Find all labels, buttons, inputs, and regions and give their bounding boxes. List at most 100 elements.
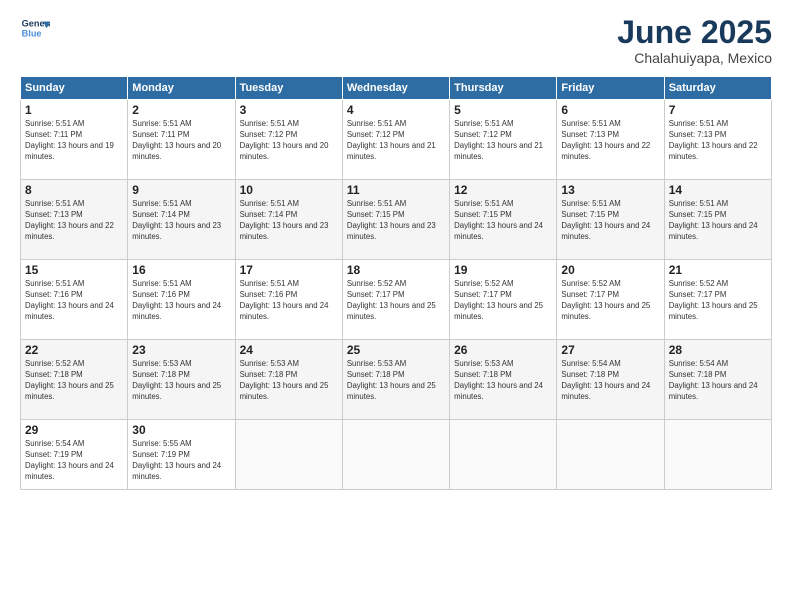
day-number: 3 <box>240 103 338 117</box>
day-info: Sunrise: 5:52 AMSunset: 7:17 PMDaylight:… <box>454 279 552 323</box>
day-number: 1 <box>25 103 123 117</box>
calendar-day-13: 13 Sunrise: 5:51 AMSunset: 7:15 PMDayligh… <box>557 180 664 260</box>
calendar-day-3: 3 Sunrise: 5:51 AMSunset: 7:12 PMDaylight… <box>235 100 342 180</box>
weekday-header-monday: Monday <box>128 77 235 100</box>
calendar-day-4: 4 Sunrise: 5:51 AMSunset: 7:12 PMDaylight… <box>342 100 449 180</box>
empty-day <box>342 420 449 490</box>
calendar-day-24: 24Sunrise: 5:53 AMSunset: 7:18 PMDayligh… <box>235 340 342 420</box>
day-number: 4 <box>347 103 445 117</box>
month-title: June 2025 <box>617 15 772 50</box>
calendar-week-4: 22Sunrise: 5:52 AMSunset: 7:18 PMDayligh… <box>21 340 772 420</box>
day-info: Sunrise: 5:51 AMSunset: 7:12 PMDaylight:… <box>347 119 445 163</box>
day-info: Sunrise: 5:51 AMSunset: 7:11 PMDaylight:… <box>132 119 230 163</box>
calendar-day-8: 8 Sunrise: 5:51 AMSunset: 7:13 PMDaylight… <box>21 180 128 260</box>
day-number: 26 <box>454 343 552 357</box>
day-info: Sunrise: 5:51 AMSunset: 7:16 PMDaylight:… <box>132 279 230 323</box>
calendar-day-25: 25 Sunrise: 5:53 AMSunset: 7:18 PMDayligh… <box>342 340 449 420</box>
calendar-day-22: 22Sunrise: 5:52 AMSunset: 7:18 PMDayligh… <box>21 340 128 420</box>
calendar-day-27: 27 Sunrise: 5:54 AMSunset: 7:18 PMDayligh… <box>557 340 664 420</box>
calendar-week-3: 15 Sunrise: 5:51 AMSunset: 7:16 PMDayligh… <box>21 260 772 340</box>
calendar-day-19: 19 Sunrise: 5:52 AMSunset: 7:17 PMDayligh… <box>450 260 557 340</box>
day-info: Sunrise: 5:51 AMSunset: 7:16 PMDaylight:… <box>25 279 123 323</box>
calendar-day-16: 16 Sunrise: 5:51 AMSunset: 7:16 PMDayligh… <box>128 260 235 340</box>
day-info: Sunrise: 5:54 AMSunset: 7:18 PMDaylight:… <box>561 359 659 403</box>
day-number: 27 <box>561 343 659 357</box>
day-number: 16 <box>132 263 230 277</box>
calendar-day-1: 1 Sunrise: 5:51 AMSunset: 7:11 PMDaylight… <box>21 100 128 180</box>
day-info: Sunrise: 5:51 AMSunset: 7:12 PMDaylight:… <box>240 119 338 163</box>
weekday-header-thursday: Thursday <box>450 77 557 100</box>
day-number: 7 <box>669 103 767 117</box>
weekday-header-tuesday: Tuesday <box>235 77 342 100</box>
calendar-day-6: 6 Sunrise: 5:51 AMSunset: 7:13 PMDaylight… <box>557 100 664 180</box>
day-number: 17 <box>240 263 338 277</box>
day-info: Sunrise: 5:52 AMSunset: 7:17 PMDaylight:… <box>669 279 767 323</box>
day-number: 21 <box>669 263 767 277</box>
calendar-table: SundayMondayTuesdayWednesdayThursdayFrid… <box>20 76 772 490</box>
day-number: 23 <box>132 343 230 357</box>
day-info: Sunrise: 5:51 AMSunset: 7:12 PMDaylight:… <box>454 119 552 163</box>
calendar-day-18: 18 Sunrise: 5:52 AMSunset: 7:17 PMDayligh… <box>342 260 449 340</box>
calendar-day-21: 21 Sunrise: 5:52 AMSunset: 7:17 PMDayligh… <box>664 260 771 340</box>
logo-icon: General Blue <box>20 15 50 45</box>
empty-day <box>664 420 771 490</box>
empty-day <box>235 420 342 490</box>
day-number: 2 <box>132 103 230 117</box>
calendar-week-2: 8 Sunrise: 5:51 AMSunset: 7:13 PMDaylight… <box>21 180 772 260</box>
day-info: Sunrise: 5:51 AMSunset: 7:15 PMDaylight:… <box>347 199 445 243</box>
day-number: 12 <box>454 183 552 197</box>
day-info: Sunrise: 5:51 AMSunset: 7:13 PMDaylight:… <box>669 119 767 163</box>
calendar-day-17: 17 Sunrise: 5:51 AMSunset: 7:16 PMDayligh… <box>235 260 342 340</box>
calendar-day-29: 29Sunrise: 5:54 AMSunset: 7:19 PMDayligh… <box>21 420 128 490</box>
day-number: 6 <box>561 103 659 117</box>
day-info: Sunrise: 5:51 AMSunset: 7:16 PMDaylight:… <box>240 279 338 323</box>
calendar-day-2: 2 Sunrise: 5:51 AMSunset: 7:11 PMDaylight… <box>128 100 235 180</box>
calendar-day-26: 26 Sunrise: 5:53 AMSunset: 7:18 PMDayligh… <box>450 340 557 420</box>
day-info: Sunrise: 5:53 AMSunset: 7:18 PMDaylight:… <box>347 359 445 403</box>
day-number: 25 <box>347 343 445 357</box>
calendar-week-1: 1 Sunrise: 5:51 AMSunset: 7:11 PMDaylight… <box>21 100 772 180</box>
calendar-day-9: 9 Sunrise: 5:51 AMSunset: 7:14 PMDaylight… <box>128 180 235 260</box>
day-info: Sunrise: 5:53 AMSunset: 7:18 PMDaylight:… <box>454 359 552 403</box>
day-info: Sunrise: 5:54 AMSunset: 7:19 PMDaylight:… <box>25 439 123 483</box>
day-info: Sunrise: 5:51 AMSunset: 7:15 PMDaylight:… <box>669 199 767 243</box>
day-number: 8 <box>25 183 123 197</box>
weekday-header-row: SundayMondayTuesdayWednesdayThursdayFrid… <box>21 77 772 100</box>
day-info: Sunrise: 5:51 AMSunset: 7:13 PMDaylight:… <box>25 199 123 243</box>
calendar-day-15: 15 Sunrise: 5:51 AMSunset: 7:16 PMDayligh… <box>21 260 128 340</box>
svg-text:Blue: Blue <box>22 29 42 39</box>
day-number: 15 <box>25 263 123 277</box>
day-info: Sunrise: 5:54 AMSunset: 7:18 PMDaylight:… <box>669 359 767 403</box>
title-block: June 2025 Chalahuiyapa, Mexico <box>617 15 772 66</box>
day-info: Sunrise: 5:51 AMSunset: 7:15 PMDaylight:… <box>561 199 659 243</box>
weekday-header-sunday: Sunday <box>21 77 128 100</box>
weekday-header-wednesday: Wednesday <box>342 77 449 100</box>
day-info: Sunrise: 5:52 AMSunset: 7:17 PMDaylight:… <box>561 279 659 323</box>
calendar-week-5: 29Sunrise: 5:54 AMSunset: 7:19 PMDayligh… <box>21 420 772 490</box>
calendar-day-23: 23Sunrise: 5:53 AMSunset: 7:18 PMDayligh… <box>128 340 235 420</box>
day-number: 19 <box>454 263 552 277</box>
calendar-day-7: 7 Sunrise: 5:51 AMSunset: 7:13 PMDaylight… <box>664 100 771 180</box>
day-info: Sunrise: 5:51 AMSunset: 7:15 PMDaylight:… <box>454 199 552 243</box>
calendar-day-14: 14Sunrise: 5:51 AMSunset: 7:15 PMDayligh… <box>664 180 771 260</box>
calendar-day-28: 28Sunrise: 5:54 AMSunset: 7:18 PMDayligh… <box>664 340 771 420</box>
logo: General Blue <box>20 15 50 45</box>
day-info: Sunrise: 5:51 AMSunset: 7:13 PMDaylight:… <box>561 119 659 163</box>
empty-day <box>450 420 557 490</box>
day-number: 9 <box>132 183 230 197</box>
day-number: 11 <box>347 183 445 197</box>
day-number: 5 <box>454 103 552 117</box>
calendar-day-20: 20 Sunrise: 5:52 AMSunset: 7:17 PMDayligh… <box>557 260 664 340</box>
calendar-day-11: 11 Sunrise: 5:51 AMSunset: 7:15 PMDayligh… <box>342 180 449 260</box>
page: General Blue June 2025 Chalahuiyapa, Mex… <box>0 0 792 612</box>
day-number: 22 <box>25 343 123 357</box>
day-info: Sunrise: 5:52 AMSunset: 7:17 PMDaylight:… <box>347 279 445 323</box>
weekday-header-saturday: Saturday <box>664 77 771 100</box>
day-info: Sunrise: 5:55 AMSunset: 7:19 PMDaylight:… <box>132 439 230 483</box>
day-number: 20 <box>561 263 659 277</box>
day-number: 13 <box>561 183 659 197</box>
day-info: Sunrise: 5:51 AMSunset: 7:11 PMDaylight:… <box>25 119 123 163</box>
day-info: Sunrise: 5:51 AMSunset: 7:14 PMDaylight:… <box>132 199 230 243</box>
calendar-day-30: 30Sunrise: 5:55 AMSunset: 7:19 PMDayligh… <box>128 420 235 490</box>
day-number: 18 <box>347 263 445 277</box>
